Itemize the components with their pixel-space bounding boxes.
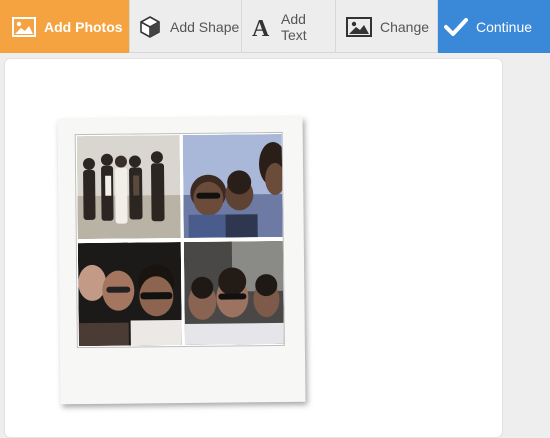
image-icon [12,16,36,37]
continue-label: Continue [476,18,533,35]
collage-photo-3[interactable] [77,242,182,347]
polaroid-frame[interactable] [57,116,306,405]
right-gutter [505,53,550,423]
add-shape-button[interactable]: Add Shape [130,0,242,53]
svg-text:A: A [252,16,270,39]
add-shape-label: Add Shape [170,18,240,35]
image-icon [346,16,372,37]
photo-collage [74,131,285,349]
continue-button[interactable]: Continue [438,0,550,53]
collage-photo-4[interactable] [183,240,284,345]
cube-icon [138,15,162,39]
checkmark-icon [444,17,468,37]
editor-toolbar: Add Photos Add Shape A Add Text Change C… [0,0,550,53]
add-text-label: Add Text [281,10,307,43]
change-button[interactable]: Change [336,0,438,53]
change-label: Change [380,18,430,35]
add-text-button[interactable]: A Add Text [242,0,336,53]
add-photos-button[interactable]: Add Photos [0,0,130,53]
text-a-icon: A [251,15,273,39]
collage-photo-2[interactable] [182,133,283,238]
add-photos-label: Add Photos [44,18,123,35]
collage-photo-1[interactable] [76,135,181,240]
